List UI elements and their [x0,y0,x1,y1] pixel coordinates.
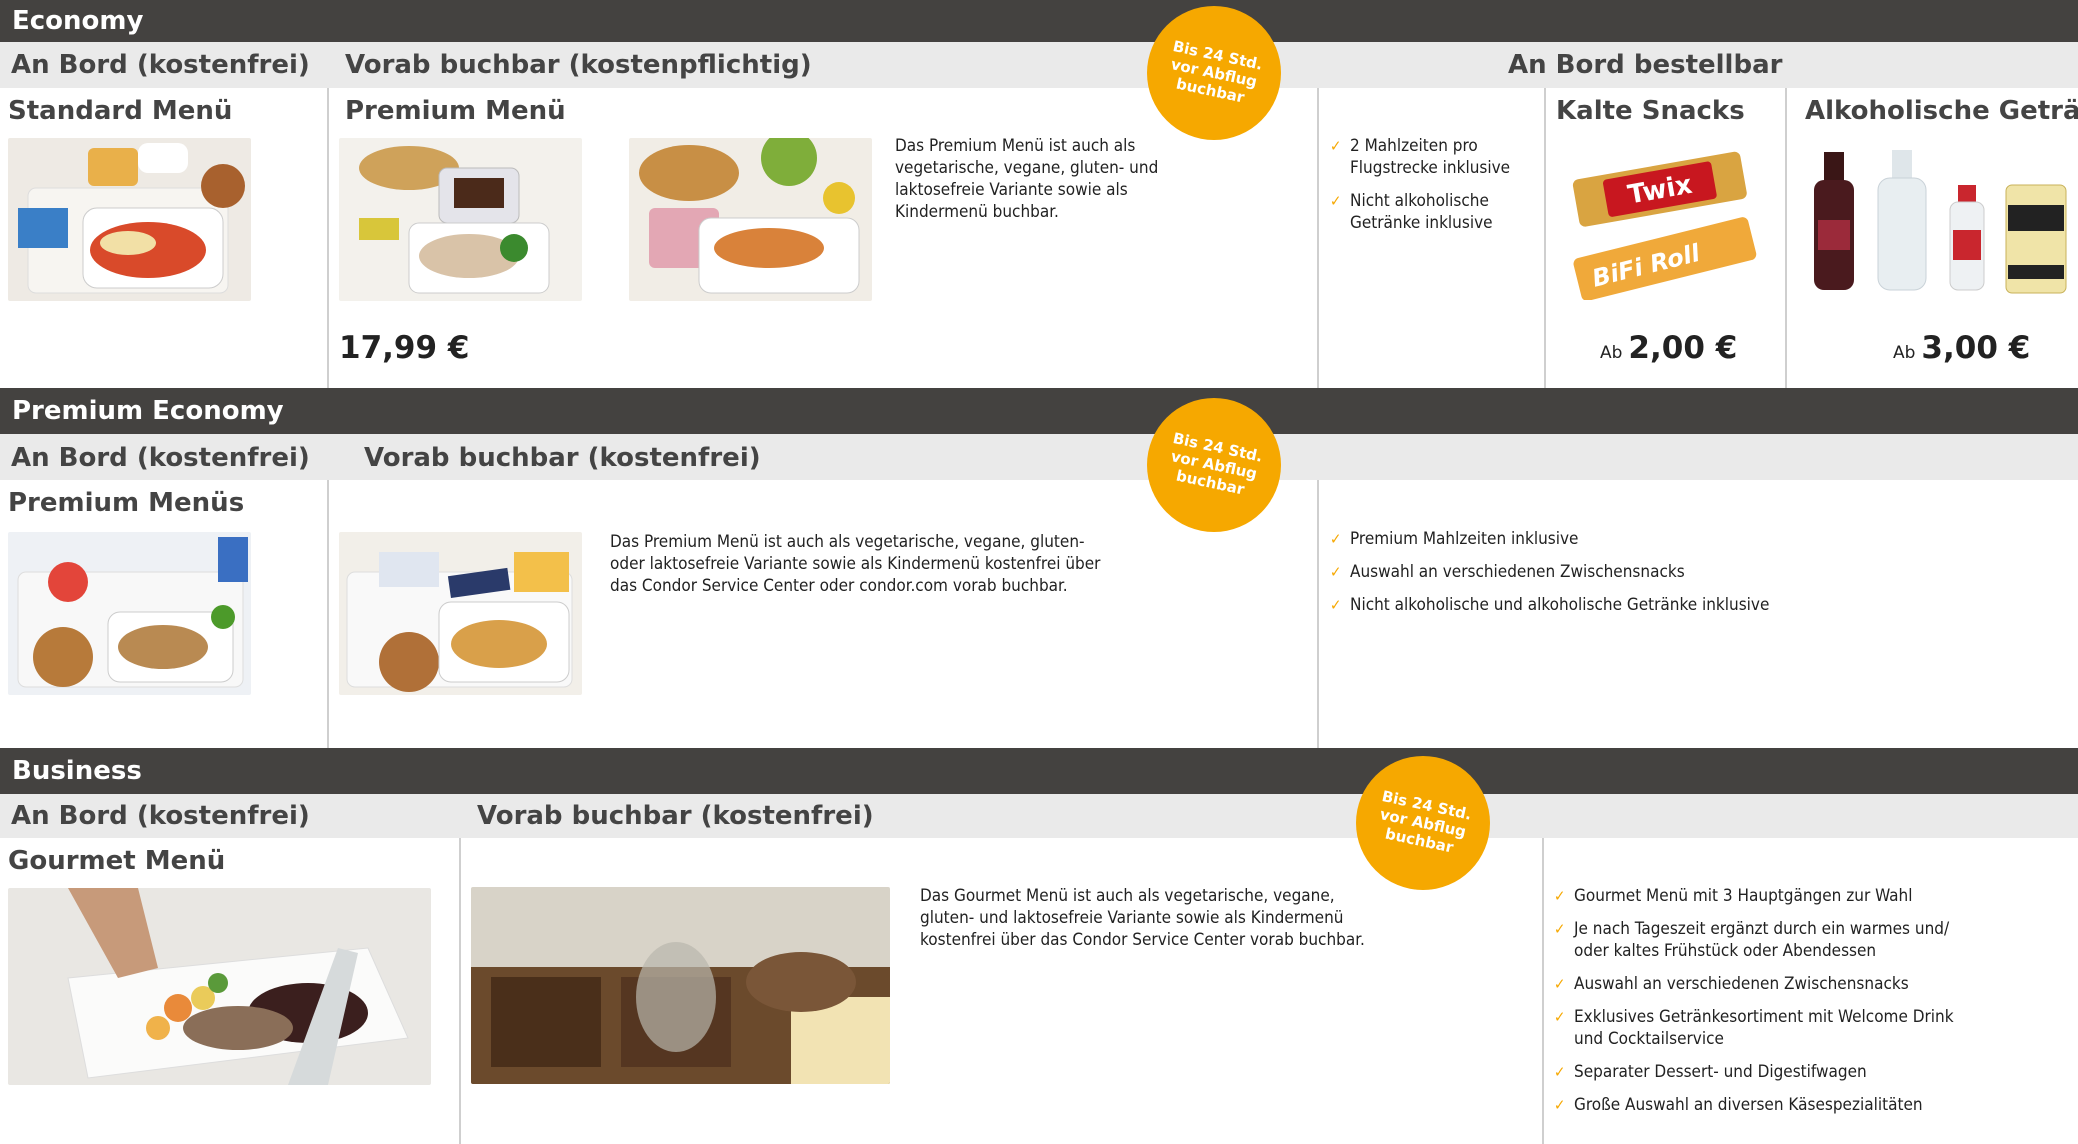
premium-economy-inclusions: ✓ Premium Mahlzeiten inklusive ✓ Auswahl a… [1330,528,2030,627]
premium-economy-subheader [0,434,2078,480]
check-icon: ✓ [1330,137,1342,155]
divider [1317,88,1319,388]
premium-economy-description: Das Premium Menü ist auch als vegetarisc… [610,532,1101,596]
cold-snacks-price: Ab 2,00 € [1600,330,1738,366]
check-icon: ✓ [1554,1096,1566,1114]
premium-economy-prebook-badge: Bis 24 Std. vor Abflug buchbar [1147,398,1281,532]
economy-header: Economy [0,0,2078,42]
checklist-item: ✓ Nicht alkoholische Getränke inklusive [1330,191,1493,233]
business-inclusions: ✓ Gourmet Menü mit 3 Hauptgängen zur Wahl… [1554,885,1974,1127]
divider [1542,838,1544,1144]
premium-menu-photo-1 [339,138,582,301]
checklist-item: ✓ Große Auswahl an diversen Käsespezialit… [1554,1095,1923,1115]
economy-orderable-label: An Bord bestellbar [1508,50,1783,80]
divider [327,88,329,388]
business-prebook-badge: Bis 24 Std. vor Abflug buchbar [1356,756,1490,890]
economy-prebook-badge: Bis 24 Std. vor Abflug buchbar [1147,6,1281,140]
divider [327,480,329,748]
premium-menu-description: Das Premium Menü ist auch als vegetarisc… [895,136,1159,222]
premium-menu-title: Premium Menü [345,96,566,126]
business-prebook-photo [471,887,890,1084]
checklist-item: ✓ Exklusives Getränkesortiment mit Welcom… [1554,1007,1954,1049]
business-prebook-label: Vorab buchbar (kostenfrei) [477,801,874,831]
premium-economy-header: Premium Economy [0,388,2078,434]
standard-menu-photo [8,138,251,301]
checklist-item: ✓ Auswahl an verschiedenen Zwischensnacks [1330,562,1685,582]
check-icon: ✓ [1330,192,1342,210]
divider [1317,480,1319,748]
premium-menu-photo-2 [629,138,872,301]
check-icon: ✓ [1554,975,1566,993]
premium-economy-prebook-label: Vorab buchbar (kostenfrei) [364,443,761,473]
checklist-item: ✓ Gourmet Menü mit 3 Hauptgängen zur Wahl [1554,886,1913,906]
checklist-item: ✓ 2 Mahlzeiten pro Flugstrecke inklusive [1330,136,1511,178]
premium-menus-title: Premium Menüs [8,488,245,518]
check-icon: ✓ [1330,563,1342,581]
business-subheader [0,794,2078,838]
economy-inclusions: ✓ 2 Mahlzeiten pro Flugstrecke inklusive … [1330,135,1535,245]
economy-onboard-label: An Bord (kostenfrei) [11,50,310,80]
gourmet-menu-title: Gourmet Menü [8,846,226,876]
standard-menu-title: Standard Menü [8,96,233,126]
economy-prebook-label: Vorab buchbar (kostenpflichtig) [345,50,812,80]
gourmet-menu-photo [8,888,431,1085]
alcoholic-drinks-photo [1810,140,2078,310]
cold-snacks-photo: Twix BiFi Roll [1565,140,1757,300]
checklist-item: ✓ Separater Dessert- und Digestifwagen [1554,1062,1867,1082]
price-prefix: Ab [1893,343,1916,363]
checklist-item: ✓ Premium Mahlzeiten inklusive [1330,529,1579,549]
divider [1544,88,1546,388]
premium-economy-onboard-label: An Bord (kostenfrei) [11,443,310,473]
check-icon: ✓ [1554,1063,1566,1081]
business-header: Business [0,748,2078,794]
check-icon: ✓ [1554,920,1566,938]
alcoholic-drinks-price: Ab 3,00 € [1893,330,2031,366]
check-icon: ✓ [1330,596,1342,614]
check-icon: ✓ [1330,530,1342,548]
check-icon: ✓ [1554,1008,1566,1026]
divider [1785,88,1787,388]
business-onboard-label: An Bord (kostenfrei) [11,801,310,831]
premium-menu-price: 17,99 € [339,330,470,366]
price-prefix: Ab [1600,343,1623,363]
premium-menus-photo [8,532,251,695]
alcoholic-drinks-title: Alkoholische Getränke [1805,96,2078,126]
checklist-item: ✓ Auswahl an verschiedenen Zwischensnacks [1554,974,1909,994]
business-description: Das Gourmet Menü ist auch als vegetarisc… [920,886,1365,950]
checklist-item: ✓ Je nach Tageszeit ergänzt durch ein war… [1554,919,1950,961]
check-icon: ✓ [1554,887,1566,905]
checklist-item: ✓ Nicht alkoholische und alkoholische Get… [1330,595,1770,615]
cold-snacks-title: Kalte Snacks [1556,96,1745,126]
premium-economy-prebook-photo [339,532,582,695]
divider [459,838,461,1144]
